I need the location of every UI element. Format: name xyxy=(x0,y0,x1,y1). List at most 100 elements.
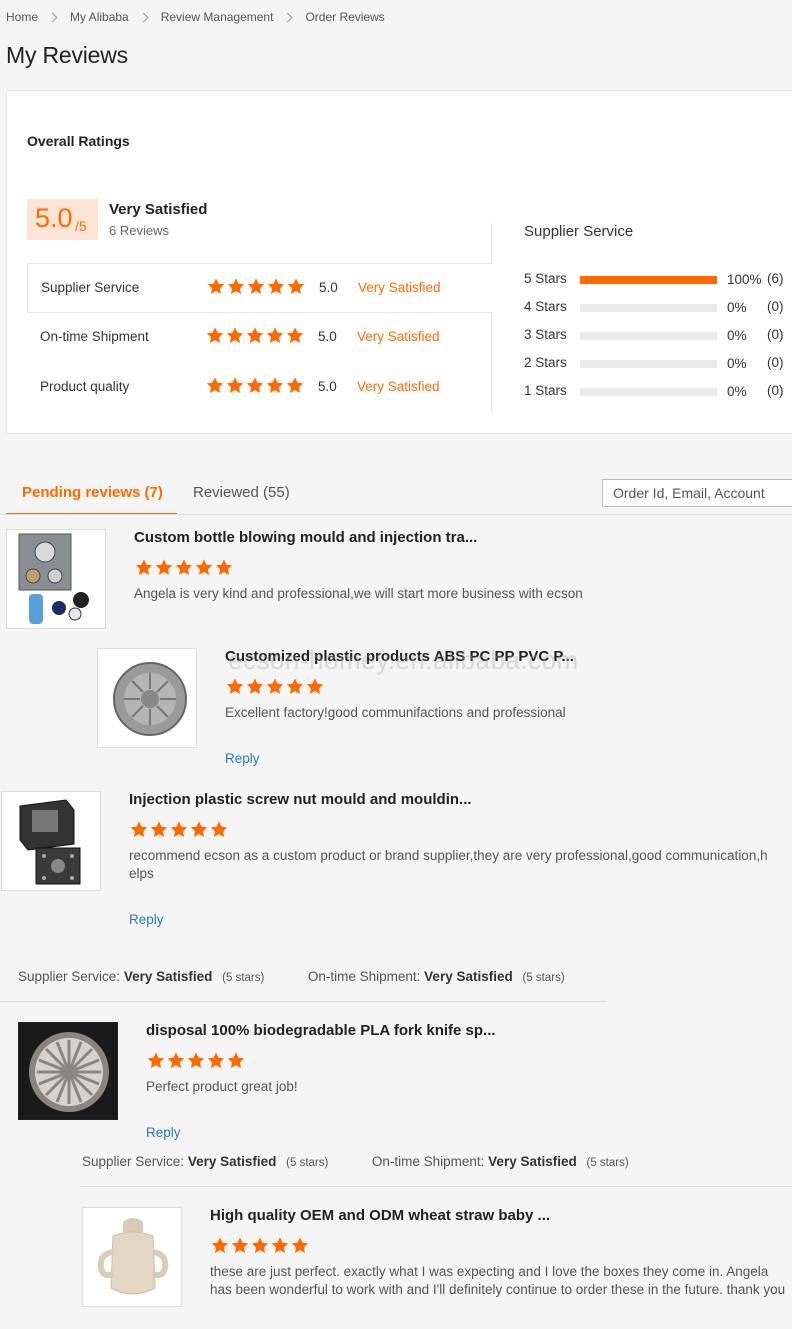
star-rating xyxy=(129,820,229,839)
bottle-mould-image xyxy=(7,530,105,628)
review-text: Perfect product great job! xyxy=(146,1079,298,1094)
review-text: Angela is very kind and professional,we … xyxy=(134,586,583,601)
rating-row-supplier-service[interactable]: Supplier Service 5.0 Very Satisfied xyxy=(27,263,493,313)
plastic-fan-cover-image xyxy=(98,649,196,747)
star-icon xyxy=(266,277,286,296)
star-icon xyxy=(265,376,285,395)
divider xyxy=(80,1186,792,1187)
star-icon xyxy=(285,376,305,395)
star-icon xyxy=(225,326,245,345)
breadcrumb-home[interactable]: Home xyxy=(6,10,38,24)
cutlery-mould-image xyxy=(19,1023,117,1119)
rating-row-on-time-shipment[interactable]: On-time Shipment 5.0 Very Satisfied xyxy=(27,313,493,363)
review-product-title[interactable]: Customized plastic products ABS PC PP PV… xyxy=(225,648,574,665)
distribution-count: (0) xyxy=(767,327,784,342)
product-thumbnail[interactable] xyxy=(6,529,106,629)
supplier-service-value: Very Satisfied xyxy=(123,969,213,984)
review-text: recommend ecson as a custom product or b… xyxy=(129,848,768,881)
distribution-percent: 0% xyxy=(727,300,747,315)
rating-row-label: Very Satisfied xyxy=(357,329,440,344)
product-thumbnail[interactable] xyxy=(1,791,101,891)
review-product-title[interactable]: disposal 100% biodegradable PLA fork kni… xyxy=(146,1022,496,1039)
distribution-bar xyxy=(580,332,717,340)
star-rating xyxy=(205,376,305,395)
distribution-label: 3 Stars xyxy=(524,327,567,342)
distribution-bar xyxy=(580,360,717,368)
distribution-title: Supplier Service xyxy=(524,223,634,240)
star-rating xyxy=(210,1236,310,1255)
distribution-bar xyxy=(580,276,717,284)
on-time-shipment-stars: (5 stars) xyxy=(522,972,565,984)
overall-score-badge: 5.0 /5 xyxy=(27,199,98,240)
star-icon xyxy=(206,277,226,296)
search-input[interactable] xyxy=(602,479,792,507)
product-thumbnail[interactable] xyxy=(97,648,197,748)
review-text: these are just perfect. exactly what I w… xyxy=(210,1264,786,1297)
star-icon xyxy=(290,1236,310,1255)
distribution-row: 2 Stars 0% (0) xyxy=(524,353,792,373)
rating-row-name: Product quality xyxy=(40,379,130,394)
star-icon xyxy=(265,326,285,345)
distribution-bar xyxy=(580,304,717,312)
supplier-service-value: Very Satisfied xyxy=(187,1154,277,1169)
star-icon xyxy=(134,558,154,577)
on-time-shipment-label: On-time Shipment: xyxy=(307,969,421,984)
star-rating xyxy=(205,326,305,345)
overall-review-count: 6 Reviews xyxy=(109,223,169,238)
on-time-shipment-value: Very Satisfied xyxy=(424,969,513,984)
rating-row-label: Very Satisfied xyxy=(358,280,441,295)
star-rating xyxy=(146,1051,246,1070)
service-rating-summary: Supplier Service: Very Satisfied (5 star… xyxy=(18,969,565,984)
product-thumbnail[interactable] xyxy=(82,1207,182,1307)
overall-satisfaction-label: Very Satisfied xyxy=(109,201,208,218)
review-product-title[interactable]: High quality OEM and ODM wheat straw bab… xyxy=(210,1207,550,1224)
reply-link[interactable]: Reply xyxy=(225,751,260,766)
rating-row-score: 5.0 xyxy=(318,329,337,344)
distribution-label: 1 Stars xyxy=(524,383,567,398)
product-thumbnail[interactable] xyxy=(18,1022,118,1120)
star-rating xyxy=(206,277,306,296)
distribution-label: 2 Stars xyxy=(524,355,567,370)
service-rating-summary: Supplier Service: Very Satisfied (5 star… xyxy=(82,1154,629,1169)
ratings-panel: Overall Ratings 5.0 /5 Very Satisfied 6 … xyxy=(6,90,792,434)
rating-row-product-quality[interactable]: Product quality 5.0 Very Satisfied xyxy=(27,363,493,413)
distribution-count: (0) xyxy=(767,383,784,398)
star-icon xyxy=(186,1051,206,1070)
rating-row-name: Supplier Service xyxy=(41,280,140,295)
reply-link[interactable]: Reply xyxy=(146,1125,181,1140)
chevron-right-icon xyxy=(138,12,149,22)
star-icon xyxy=(149,820,169,839)
star-icon xyxy=(265,677,285,696)
supplier-service-stars: (5 stars) xyxy=(222,972,265,984)
star-icon xyxy=(146,1051,166,1070)
star-icon xyxy=(205,326,225,345)
distribution-bar xyxy=(580,388,717,396)
star-icon xyxy=(169,820,189,839)
breadcrumb-my-alibaba[interactable]: My Alibaba xyxy=(70,10,129,24)
distribution-percent: 0% xyxy=(727,328,747,343)
star-icon xyxy=(230,1236,250,1255)
reply-link[interactable]: Reply xyxy=(129,912,164,927)
breadcrumb-review-management[interactable]: Review Management xyxy=(161,10,274,24)
rating-row-score: 5.0 xyxy=(319,280,338,295)
on-time-shipment-value: Very Satisfied xyxy=(488,1154,577,1169)
screw-nut-mould-image xyxy=(2,792,100,890)
tab-reviewed[interactable]: Reviewed (55) xyxy=(193,484,290,501)
distribution-percent: 0% xyxy=(727,384,747,399)
distribution-count: (0) xyxy=(767,299,784,314)
distribution-label: 5 Stars xyxy=(524,271,567,286)
review-product-title[interactable]: Injection plastic screw nut mould and mo… xyxy=(129,791,472,808)
tab-pending-reviews[interactable]: Pending reviews (7) xyxy=(22,484,163,501)
star-icon xyxy=(250,1236,270,1255)
star-icon xyxy=(245,677,265,696)
review-product-title[interactable]: Custom bottle blowing mould and injectio… xyxy=(134,529,477,546)
star-icon xyxy=(285,326,305,345)
on-time-shipment-stars: (5 stars) xyxy=(586,1157,629,1169)
star-icon xyxy=(286,277,306,296)
star-icon xyxy=(270,1236,290,1255)
overall-score: 5.0 xyxy=(35,203,73,233)
supplier-service-label: Supplier Service: xyxy=(82,1154,185,1169)
star-icon xyxy=(225,677,245,696)
distribution-label: 4 Stars xyxy=(524,299,567,314)
distribution-count: (0) xyxy=(767,355,784,370)
